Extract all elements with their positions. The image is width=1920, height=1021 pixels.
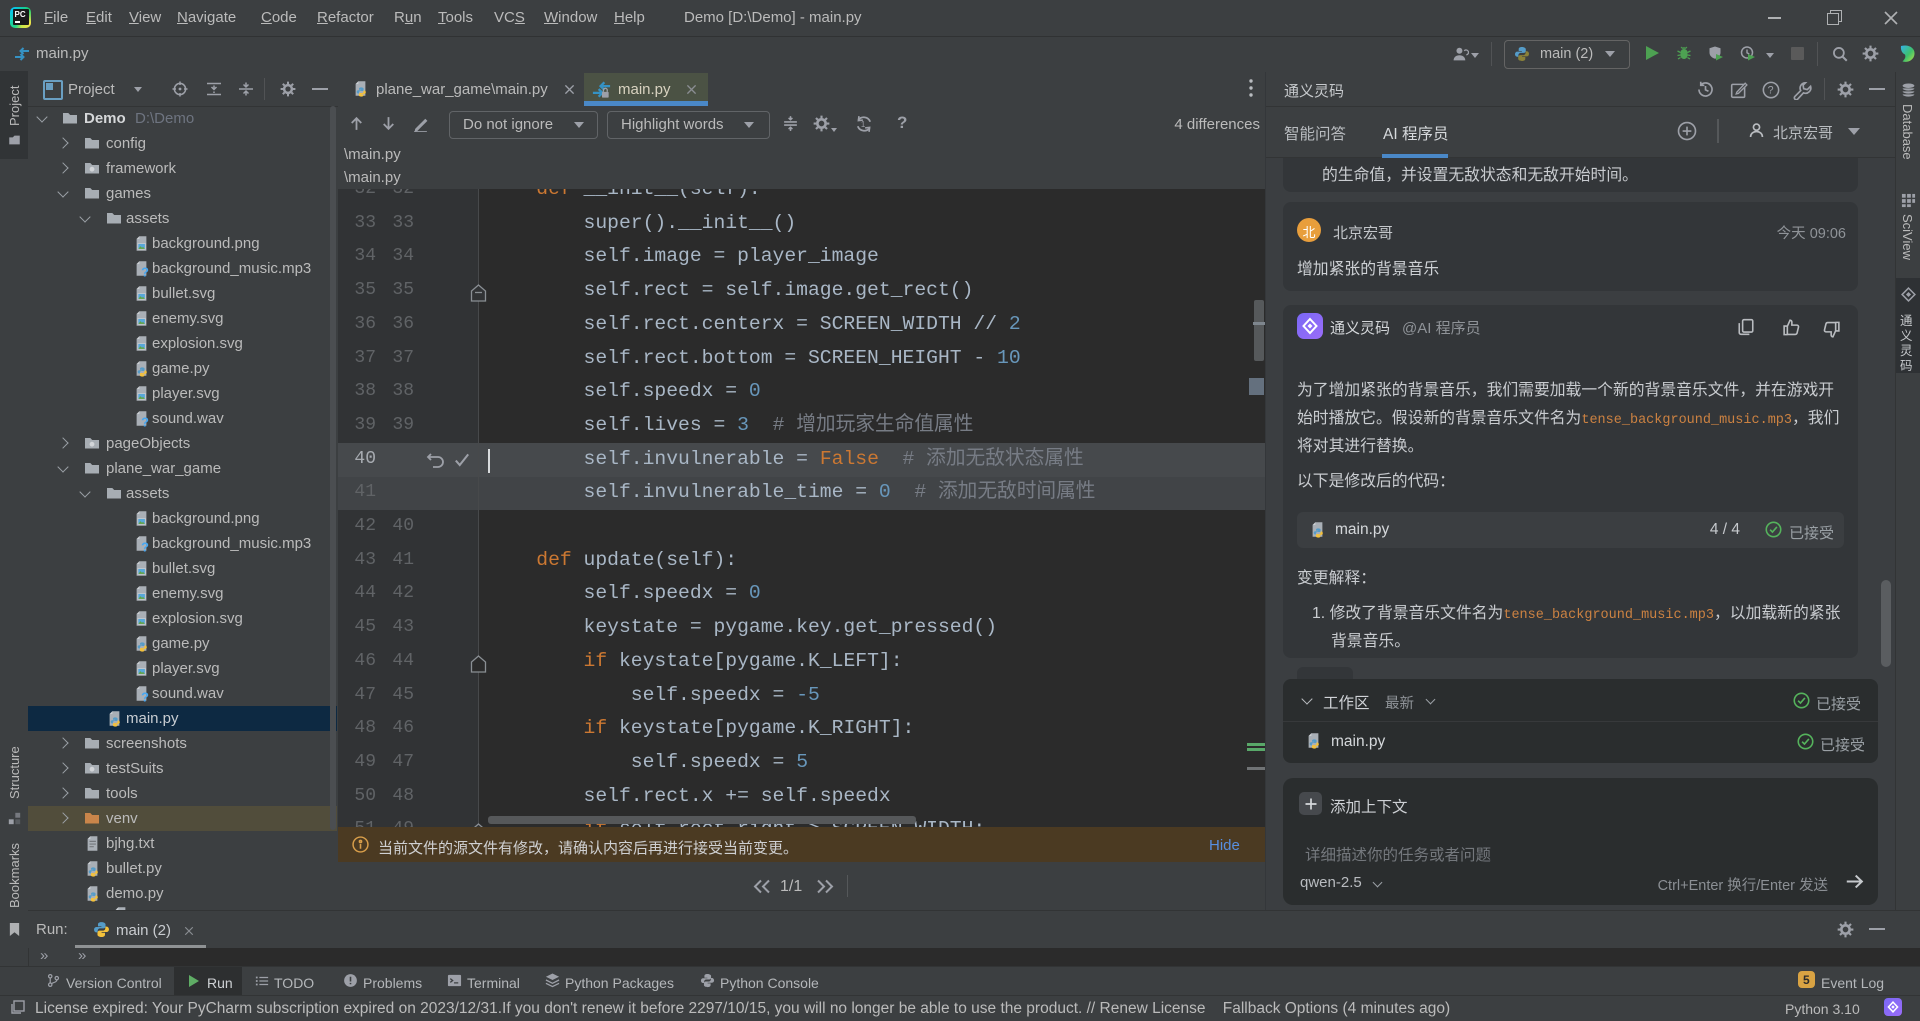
svg-text:1: 1 (861, 120, 865, 129)
svg-text:?: ? (141, 689, 149, 702)
svg-text:?: ? (141, 539, 149, 552)
svg-text:?: ? (141, 264, 149, 277)
svg-text:?: ? (1768, 85, 1774, 97)
svg-text:?: ? (141, 414, 149, 427)
